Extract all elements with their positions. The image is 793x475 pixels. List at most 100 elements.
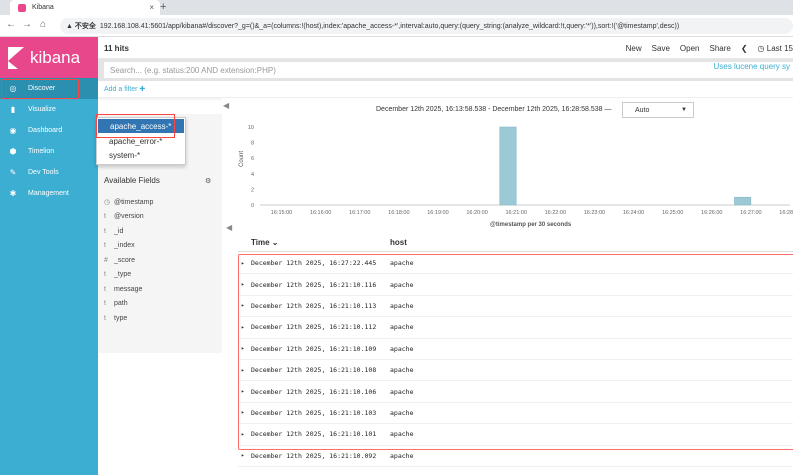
dashboard-icon: ◉ [9,126,17,135]
table-row[interactable]: ▸ December 12th 2025, 16:21:10.109 apache [238,339,793,360]
expand-caret-icon[interactable]: ▸ [238,388,251,395]
field-item[interactable]: t type [104,311,153,326]
save-button[interactable]: Save [652,44,670,53]
x-tick-label: 16:16:00 [310,210,331,216]
search-input[interactable]: Search... (e.g. status:200 AND extension… [104,62,793,78]
interval-value: Auto [635,106,650,114]
table-row[interactable]: ▸ December 12th 2025, 16:21:10.101 apache [238,424,793,446]
field-item[interactable]: # _score [104,253,153,268]
sidebar-item-label: Dashboard [28,127,63,134]
expand-caret-icon[interactable]: ▸ [238,409,251,416]
sidebar-item-label: Timelion [28,148,55,155]
column-header-host[interactable]: host [390,238,407,247]
browser-tab[interactable]: Kibana × [10,0,160,15]
x-tick-label: 16:25:00 [662,210,683,216]
field-type-icon: t [104,213,106,221]
forward-arrow-icon[interactable]: → [22,19,32,30]
histogram-bar[interactable] [734,196,752,206]
expand-caret-icon[interactable]: ▸ [238,281,251,288]
expand-caret-icon[interactable]: ▸ [238,452,251,459]
field-type-icon: t [104,285,106,293]
sidebar-item-timelion[interactable]: ⬢ Timelion [0,141,98,162]
sidebar-item-discover[interactable]: ◎ Discover [0,78,98,99]
histogram-bar[interactable] [499,126,517,206]
table-row[interactable]: ▸ December 12th 2025, 16:21:10.113 apache [238,296,793,318]
expand-caret-icon[interactable]: ▸ [238,367,251,374]
expand-caret-icon[interactable]: ▸ [238,260,251,267]
home-icon[interactable]: ⌂ [40,19,46,30]
available-fields-heading: Available Fields [104,176,160,185]
filter-bar: Add a filter ✚ [98,81,793,98]
expand-caret-icon[interactable]: ▸ [238,302,251,309]
wrench-icon: ✎ [9,168,17,177]
row-time: December 12th 2025, 16:21:10.109 [251,344,377,353]
top-nav: 11 hits New Save Open Share ❮ ◷ Last 15 [98,37,793,59]
table-row[interactable]: ▸ December 12th 2025, 16:21:10.092 apache [238,446,793,467]
interval-select[interactable]: Auto ▼ [622,102,694,118]
kibana-logo-icon [8,46,24,69]
url-field[interactable]: ▲ 不安全 192.168.108.41:5601/app/kibana#/di… [60,18,793,34]
table-row[interactable]: ▸ December 12th 2025, 16:21:10.103 apache [238,403,793,425]
collapse-sidebar-icon[interactable]: ◀ [223,101,229,110]
field-item[interactable]: t message [104,282,153,297]
sidebar-item-management[interactable]: ✱ Management [0,183,98,204]
field-item[interactable]: t _index [104,239,153,254]
y-tick-label: 2 [251,187,254,193]
url-text: 192.168.108.41:5601/app/kibana#/discover… [99,22,680,30]
top-menu: New Save Open Share ❮ ◷ Last 15 [626,44,793,53]
field-item[interactable]: t @version [104,210,153,225]
table-row[interactable]: ▸ December 12th 2025, 16:21:10.116 apache [238,274,793,296]
row-host: apache [390,344,414,353]
share-button[interactable]: Share [709,44,730,53]
table-row[interactable]: ▸ December 12th 2025, 16:21:10.112 apache [238,317,793,339]
field-type-icon: # [104,256,108,264]
security-warning[interactable]: ▲ 不安全 [66,21,96,31]
field-name: type [114,314,128,322]
field-name: _score [114,256,136,264]
back-arrow-icon[interactable]: ← [6,19,16,30]
x-axis-label: @timestamp per 30 seconds [490,222,572,228]
index-pattern-selector[interactable] [98,100,222,114]
table-row[interactable]: ▸ December 12th 2025, 16:21:10.108 apache [238,360,793,382]
x-tick-label: 16:28:00 [779,210,793,216]
field-list: ◷ @timestamp t @version t _id t _index # _sco… [104,195,153,326]
sidebar-item-visualize[interactable]: ▮ Visualize [0,99,98,120]
column-header-time[interactable]: Time ⌄ [251,238,278,247]
expand-caret-icon[interactable]: ▸ [238,324,251,331]
lucene-syntax-link[interactable]: Uses lucene query sy [714,62,790,71]
sidebar-item-label: Management [28,190,69,197]
field-item[interactable]: t _type [104,268,153,283]
index-option-system[interactable]: system-* [97,148,185,162]
field-type-icon: t [104,242,106,250]
new-tab-icon[interactable]: + [160,1,166,13]
field-item[interactable]: t _id [104,224,153,239]
expand-caret-icon[interactable]: ▸ [238,431,251,438]
highlight-outline [96,114,175,138]
field-item[interactable]: t path [104,297,153,312]
sidebar-item-dev-tools[interactable]: ✎ Dev Tools [0,162,98,183]
expand-caret-icon[interactable]: ▸ [238,345,251,352]
chevron-left-icon[interactable]: ❮ [741,44,748,53]
histogram-chart[interactable]: 0 2 4 6 8 10 16:15:00 16:16:00 16:17:00 16:18:00 1… [230,120,793,230]
time-picker-button[interactable]: ◷ Last 15 [758,44,793,53]
row-host: apache [390,408,414,417]
table-row[interactable]: ▸ December 12th 2025, 16:27:22.445 apache [238,253,793,275]
close-tab-icon[interactable]: × [149,3,154,12]
kibana-logo[interactable]: kibana [0,37,98,78]
gear-icon[interactable]: ⚙ [205,177,211,185]
sidebar-item-dashboard[interactable]: ◉ Dashboard [0,120,98,141]
row-host: apache [390,301,414,310]
collapse-chart-icon[interactable]: ◀ [226,223,232,232]
time-range-label: December 12th 2025, 16:13:58.538 - Decem… [376,106,612,113]
add-filter-link[interactable]: Add a filter ✚ [104,85,145,93]
y-tick-label: 8 [251,141,254,147]
bar-chart-icon: ▮ [10,105,16,114]
new-button[interactable]: New [626,44,642,53]
tab-title: Kibana [32,4,54,11]
field-type-icon: t [104,300,106,308]
row-host: apache [390,451,414,460]
row-time: December 12th 2025, 16:21:10.101 [251,430,377,439]
table-row[interactable]: ▸ December 12th 2025, 16:21:10.106 apache [238,381,793,403]
open-button[interactable]: Open [680,44,700,53]
field-item[interactable]: ◷ @timestamp [104,195,153,210]
